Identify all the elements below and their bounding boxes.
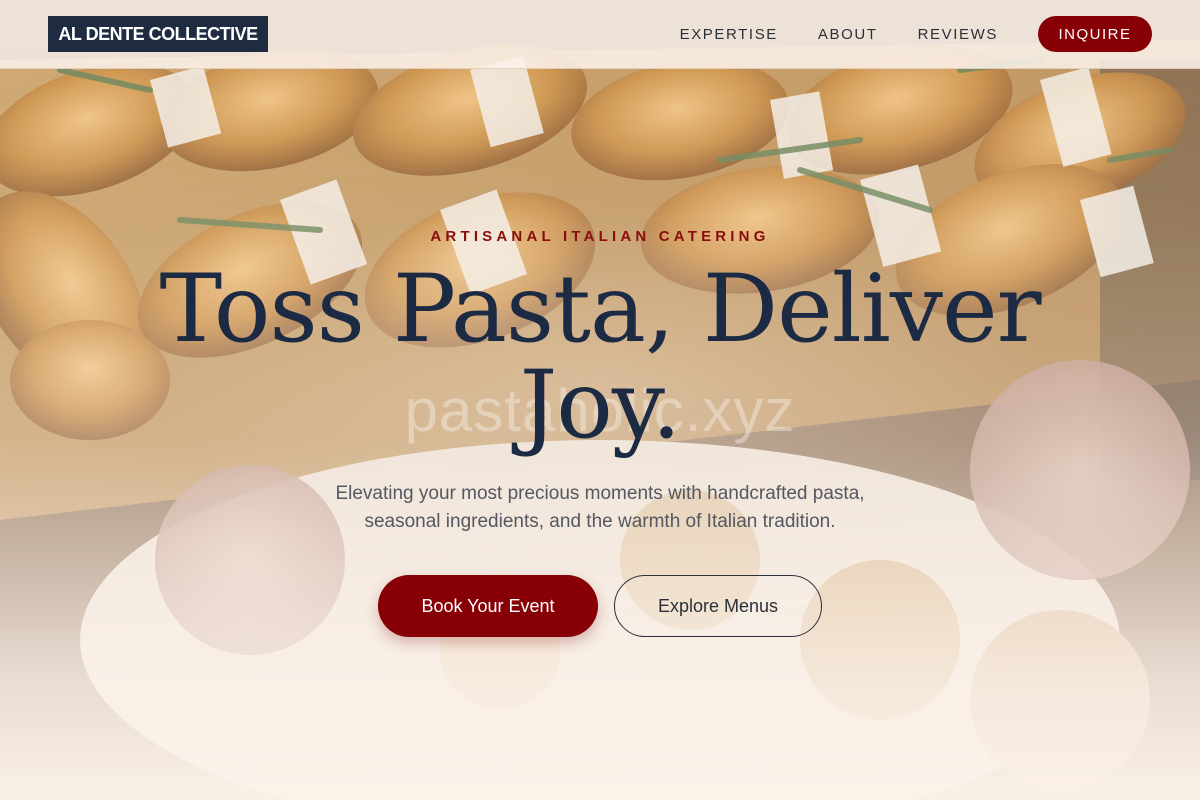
hero-subtext: Elevating your most precious moments wit… [335,483,865,532]
book-event-button[interactable]: Book Your Event [378,575,598,637]
nav-link-reviews[interactable]: REVIEWS [918,26,998,43]
brand-logo[interactable]: AL DENTE COLLECTIVE [48,16,268,52]
nav-link-about[interactable]: ABOUT [818,26,878,43]
explore-menus-button[interactable]: Explore Menus [614,575,822,637]
site-header: AL DENTE COLLECTIVE EXPERTISE ABOUT REVI… [0,0,1200,69]
hero-headline: Toss Pasta, Deliver Joy. [159,255,1041,460]
main-nav: EXPERTISE ABOUT REVIEWS INQUIRE [680,16,1152,52]
hero-eyebrow: ARTISANAL ITALIAN CATERING [430,228,770,245]
inquire-button[interactable]: INQUIRE [1038,16,1152,52]
nav-link-expertise[interactable]: EXPERTISE [680,26,778,43]
